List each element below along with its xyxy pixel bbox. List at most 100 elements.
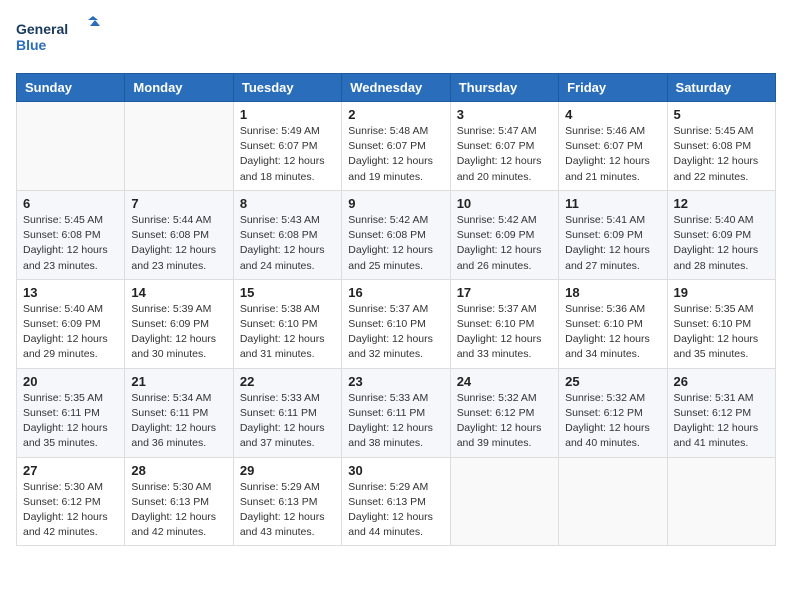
day-number: 14 [131, 285, 226, 300]
day-info: Sunrise: 5:36 AMSunset: 6:10 PMDaylight:… [565, 302, 660, 363]
calendar-cell [450, 457, 558, 546]
day-number: 24 [457, 374, 552, 389]
day-number: 1 [240, 107, 335, 122]
calendar-cell: 9 Sunrise: 5:42 AMSunset: 6:08 PMDaylight… [342, 190, 450, 279]
calendar-cell: 19 Sunrise: 5:35 AMSunset: 6:10 PMDayligh… [667, 279, 775, 368]
day-number: 11 [565, 196, 660, 211]
calendar-cell: 23 Sunrise: 5:33 AMSunset: 6:11 PMDayligh… [342, 368, 450, 457]
weekday-header-thursday: Thursday [450, 74, 558, 102]
day-info: Sunrise: 5:32 AMSunset: 6:12 PMDaylight:… [457, 391, 552, 452]
calendar-cell: 16Sunrise: 5:37 AMSunset: 6:10 PMDayligh… [342, 279, 450, 368]
calendar-cell [667, 457, 775, 546]
day-info: Sunrise: 5:40 AMSunset: 6:09 PMDaylight:… [23, 302, 118, 363]
day-number: 9 [348, 196, 443, 211]
week-row-4: 20 Sunrise: 5:35 AMSunset: 6:11 PMDayligh… [17, 368, 776, 457]
calendar-cell: 15 Sunrise: 5:38 AMSunset: 6:10 PMDayligh… [233, 279, 341, 368]
day-number: 23 [348, 374, 443, 389]
calendar-table: SundayMondayTuesdayWednesdayThursdayFrid… [16, 73, 776, 546]
day-info: Sunrise: 5:35 AMSunset: 6:10 PMDaylight:… [674, 302, 769, 363]
weekday-header-sunday: Sunday [17, 74, 125, 102]
day-number: 8 [240, 196, 335, 211]
day-number: 30 [348, 463, 443, 478]
calendar-cell: 10 Sunrise: 5:42 AMSunset: 6:09 PMDayligh… [450, 190, 558, 279]
calendar-cell: 30 Sunrise: 5:29 AMSunset: 6:13 PMDayligh… [342, 457, 450, 546]
day-info: Sunrise: 5:37 AMSunset: 6:10 PMDaylight:… [457, 302, 552, 363]
weekday-header-monday: Monday [125, 74, 233, 102]
day-number: 19 [674, 285, 769, 300]
week-row-2: 6 Sunrise: 5:45 AMSunset: 6:08 PMDaylight… [17, 190, 776, 279]
day-number: 13 [23, 285, 118, 300]
calendar-cell: 24 Sunrise: 5:32 AMSunset: 6:12 PMDayligh… [450, 368, 558, 457]
day-number: 26 [674, 374, 769, 389]
svg-text:Blue: Blue [16, 37, 47, 53]
calendar-cell: 29 Sunrise: 5:29 AMSunset: 6:13 PMDayligh… [233, 457, 341, 546]
day-info: Sunrise: 5:35 AMSunset: 6:11 PMDaylight:… [23, 391, 118, 452]
day-info: Sunrise: 5:45 AMSunset: 6:08 PMDaylight:… [23, 213, 118, 274]
day-number: 7 [131, 196, 226, 211]
day-number: 22 [240, 374, 335, 389]
day-number: 25 [565, 374, 660, 389]
weekday-header-saturday: Saturday [667, 74, 775, 102]
day-number: 20 [23, 374, 118, 389]
day-number: 12 [674, 196, 769, 211]
day-number: 5 [674, 107, 769, 122]
calendar-cell: 7 Sunrise: 5:44 AMSunset: 6:08 PMDaylight… [125, 190, 233, 279]
day-number: 21 [131, 374, 226, 389]
weekday-header-friday: Friday [559, 74, 667, 102]
svg-text:General: General [16, 21, 68, 37]
page-header: General Blue [16, 16, 776, 61]
calendar-cell [17, 102, 125, 191]
calendar-cell: 13 Sunrise: 5:40 AMSunset: 6:09 PMDayligh… [17, 279, 125, 368]
day-info: Sunrise: 5:43 AMSunset: 6:08 PMDaylight:… [240, 213, 335, 274]
week-row-1: 1 Sunrise: 5:49 AMSunset: 6:07 PMDaylight… [17, 102, 776, 191]
day-info: Sunrise: 5:31 AMSunset: 6:12 PMDaylight:… [674, 391, 769, 452]
calendar-cell: 21 Sunrise: 5:34 AMSunset: 6:11 PMDayligh… [125, 368, 233, 457]
calendar-cell: 2 Sunrise: 5:48 AMSunset: 6:07 PMDaylight… [342, 102, 450, 191]
day-number: 15 [240, 285, 335, 300]
day-number: 29 [240, 463, 335, 478]
day-info: Sunrise: 5:33 AMSunset: 6:11 PMDaylight:… [348, 391, 443, 452]
day-info: Sunrise: 5:44 AMSunset: 6:08 PMDaylight:… [131, 213, 226, 274]
calendar-cell: 14Sunrise: 5:39 AMSunset: 6:09 PMDayligh… [125, 279, 233, 368]
day-info: Sunrise: 5:45 AMSunset: 6:08 PMDaylight:… [674, 124, 769, 185]
day-info: Sunrise: 5:42 AMSunset: 6:09 PMDaylight:… [457, 213, 552, 274]
day-number: 28 [131, 463, 226, 478]
day-info: Sunrise: 5:46 AMSunset: 6:07 PMDaylight:… [565, 124, 660, 185]
calendar-cell: 8 Sunrise: 5:43 AMSunset: 6:08 PMDaylight… [233, 190, 341, 279]
weekday-header-row: SundayMondayTuesdayWednesdayThursdayFrid… [17, 74, 776, 102]
calendar-cell: 27 Sunrise: 5:30 AMSunset: 6:12 PMDayligh… [17, 457, 125, 546]
calendar-cell: 20 Sunrise: 5:35 AMSunset: 6:11 PMDayligh… [17, 368, 125, 457]
day-info: Sunrise: 5:32 AMSunset: 6:12 PMDaylight:… [565, 391, 660, 452]
day-info: Sunrise: 5:30 AMSunset: 6:12 PMDaylight:… [23, 480, 118, 541]
day-info: Sunrise: 5:42 AMSunset: 6:08 PMDaylight:… [348, 213, 443, 274]
day-number: 18 [565, 285, 660, 300]
day-number: 10 [457, 196, 552, 211]
week-row-5: 27 Sunrise: 5:30 AMSunset: 6:12 PMDayligh… [17, 457, 776, 546]
calendar-cell: 5 Sunrise: 5:45 AMSunset: 6:08 PMDaylight… [667, 102, 775, 191]
day-number: 27 [23, 463, 118, 478]
day-info: Sunrise: 5:49 AMSunset: 6:07 PMDaylight:… [240, 124, 335, 185]
day-info: Sunrise: 5:33 AMSunset: 6:11 PMDaylight:… [240, 391, 335, 452]
day-number: 6 [23, 196, 118, 211]
calendar-cell: 25 Sunrise: 5:32 AMSunset: 6:12 PMDayligh… [559, 368, 667, 457]
calendar-cell: 28 Sunrise: 5:30 AMSunset: 6:13 PMDayligh… [125, 457, 233, 546]
day-info: Sunrise: 5:38 AMSunset: 6:10 PMDaylight:… [240, 302, 335, 363]
day-info: Sunrise: 5:40 AMSunset: 6:09 PMDaylight:… [674, 213, 769, 274]
calendar-cell: 17 Sunrise: 5:37 AMSunset: 6:10 PMDayligh… [450, 279, 558, 368]
day-number: 2 [348, 107, 443, 122]
calendar-cell: 12 Sunrise: 5:40 AMSunset: 6:09 PMDayligh… [667, 190, 775, 279]
day-number: 17 [457, 285, 552, 300]
logo: General Blue [16, 16, 106, 61]
day-info: Sunrise: 5:29 AMSunset: 6:13 PMDaylight:… [240, 480, 335, 541]
day-info: Sunrise: 5:34 AMSunset: 6:11 PMDaylight:… [131, 391, 226, 452]
day-info: Sunrise: 5:30 AMSunset: 6:13 PMDaylight:… [131, 480, 226, 541]
day-info: Sunrise: 5:37 AMSunset: 6:10 PMDaylight:… [348, 302, 443, 363]
day-info: Sunrise: 5:48 AMSunset: 6:07 PMDaylight:… [348, 124, 443, 185]
day-number: 4 [565, 107, 660, 122]
day-info: Sunrise: 5:29 AMSunset: 6:13 PMDaylight:… [348, 480, 443, 541]
calendar-cell: 11Sunrise: 5:41 AMSunset: 6:09 PMDayligh… [559, 190, 667, 279]
calendar-cell: 3Sunrise: 5:47 AMSunset: 6:07 PMDaylight… [450, 102, 558, 191]
calendar-cell [125, 102, 233, 191]
calendar-cell: 18 Sunrise: 5:36 AMSunset: 6:10 PMDayligh… [559, 279, 667, 368]
calendar-cell [559, 457, 667, 546]
